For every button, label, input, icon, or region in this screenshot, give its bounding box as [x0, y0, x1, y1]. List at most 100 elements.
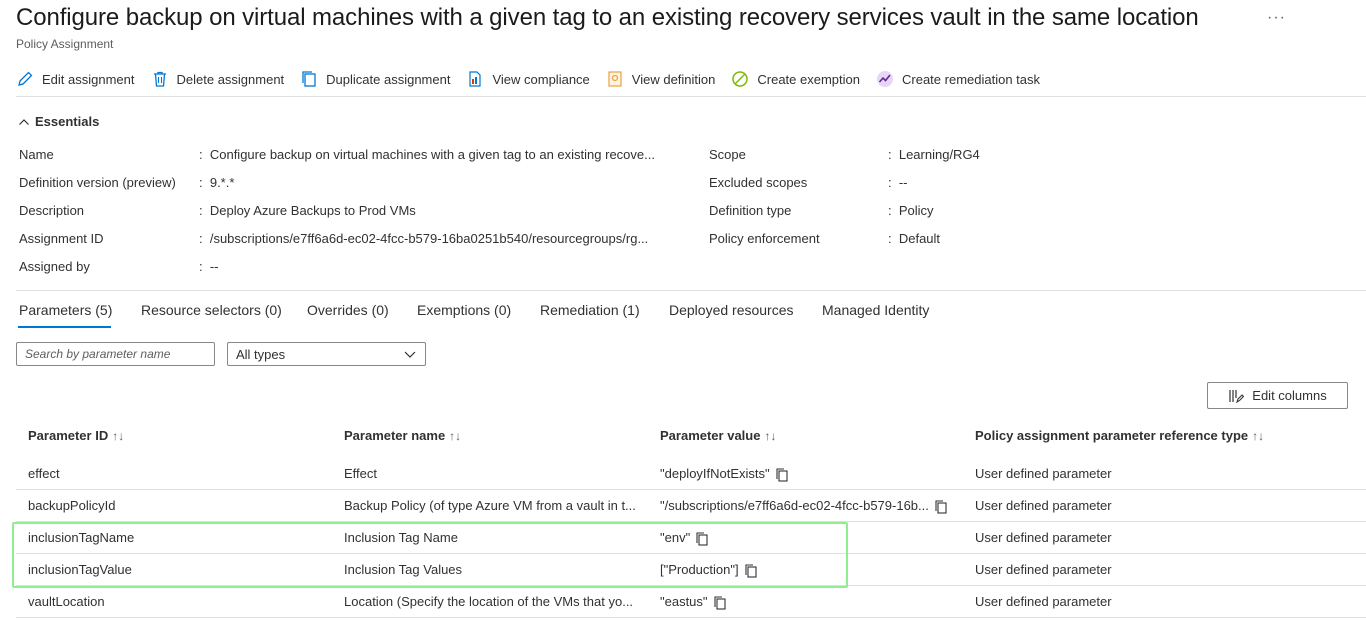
excluded-scopes-label: Excluded scopes	[709, 175, 808, 190]
chevron-up-icon	[19, 118, 29, 125]
column-header-label: Parameter value	[660, 428, 761, 443]
definition-version-value: : 9.*.*	[199, 175, 235, 190]
parameter-name-cell: Effect	[344, 466, 378, 481]
sort-icon: ↑↓	[449, 428, 462, 443]
name-label: Name	[19, 147, 54, 162]
description-value: : Deploy Azure Backups to Prod VMs	[199, 203, 416, 218]
column-header-parameter-value[interactable]: Parameter value ↑↓	[660, 428, 776, 443]
trash-icon	[153, 71, 166, 87]
reference-type-cell: User defined parameter	[975, 466, 1112, 481]
parameter-name-cell: Location (Specify the location of the VM…	[344, 594, 634, 609]
search-input[interactable]	[16, 342, 215, 366]
duplicate-assignment-button[interactable]: Duplicate assignment	[300, 70, 450, 88]
scope-label: Scope	[709, 147, 746, 162]
column-header-label: Policy assignment parameter reference ty…	[975, 428, 1249, 443]
delete-assignment-button[interactable]: Delete assignment	[151, 70, 285, 88]
assigned-by-value: : --	[199, 259, 219, 274]
column-header-label: Parameter name	[344, 428, 446, 443]
create-exemption-button[interactable]: Create exemption	[731, 70, 860, 88]
parameter-id-cell: backupPolicyId	[28, 498, 116, 513]
definition-version-label: Definition version (preview)	[19, 175, 176, 190]
edit-columns-icon	[1229, 389, 1245, 403]
parameter-name-cell: Inclusion Tag Values	[344, 562, 463, 577]
tab-parameters[interactable]: Parameters (5)	[19, 302, 112, 318]
command-bar: Edit assignment Delete assignment Duplic…	[16, 66, 1056, 92]
parameter-value-cell: "eastus"	[660, 594, 960, 611]
copy-icon[interactable]	[774, 467, 790, 483]
create-remediation-task-button[interactable]: Create remediation task	[876, 70, 1040, 88]
definition-icon	[608, 71, 622, 87]
create-remediation-task-label: Create remediation task	[902, 71, 1041, 87]
edit-columns-button[interactable]: Edit columns	[1207, 382, 1348, 409]
view-compliance-label: View compliance	[492, 71, 590, 87]
divider	[16, 290, 1366, 291]
column-header-label: Parameter ID	[28, 428, 109, 443]
view-definition-label: View definition	[631, 71, 716, 87]
tab-overrides[interactable]: Overrides (0)	[307, 302, 389, 318]
parameter-value-cell: "env"	[660, 530, 960, 547]
parameter-id-cell: inclusionTagValue	[28, 562, 132, 577]
chevron-down-icon	[404, 351, 416, 358]
duplicate-assignment-label: Duplicate assignment	[326, 71, 451, 87]
policy-enforcement-label: Policy enforcement	[709, 231, 820, 246]
edit-columns-label: Edit columns	[1252, 388, 1327, 403]
assigned-by-label: Assigned by	[19, 259, 90, 274]
parameter-name-cell: Inclusion Tag Name	[344, 530, 458, 545]
excluded-scopes-value: : --	[888, 175, 908, 190]
parameter-value-cell: "/subscriptions/e7ff6a6d-ec02-4fcc-b579-…	[660, 498, 960, 515]
reference-type-cell: User defined parameter	[975, 530, 1112, 545]
type-filter-value: All types	[236, 346, 286, 362]
reference-type-cell: User defined parameter	[975, 498, 1112, 513]
description-label: Description	[19, 203, 85, 218]
view-definition-button[interactable]: View definition	[606, 70, 716, 88]
type-filter-dropdown[interactable]: All types	[227, 342, 426, 366]
name-value: : Configure backup on virtual machines w…	[199, 147, 655, 162]
sort-icon: ↑↓	[764, 428, 777, 443]
tab-deployed-resources[interactable]: Deployed resources	[669, 302, 794, 318]
column-header-parameter-id[interactable]: Parameter ID ↑↓	[28, 428, 124, 443]
essentials-heading: Essentials	[35, 114, 100, 129]
sort-icon: ↑↓	[1252, 428, 1265, 443]
tab-exemptions[interactable]: Exemptions (0)	[417, 302, 511, 318]
parameter-name-cell: Backup Policy (of type Azure VM from a v…	[344, 498, 636, 513]
tab-managed-identity[interactable]: Managed Identity	[822, 302, 929, 318]
more-options-button[interactable]: ···	[1267, 9, 1286, 27]
definition-type-value: : Policy	[888, 203, 934, 218]
edit-assignment-label: Edit assignment	[42, 71, 135, 87]
definition-type-label: Definition type	[709, 203, 792, 218]
active-tab-indicator	[18, 326, 111, 328]
tab-remediation[interactable]: Remediation (1)	[540, 302, 640, 318]
column-header-parameter-name[interactable]: Parameter name ↑↓	[344, 428, 461, 443]
delete-assignment-label: Delete assignment	[176, 71, 285, 87]
reference-type-cell: User defined parameter	[975, 562, 1112, 577]
parameter-value-cell: "deployIfNotExists"	[660, 466, 960, 483]
assignment-id-label: Assignment ID	[19, 231, 104, 246]
essentials-toggle[interactable]: Essentials	[18, 114, 99, 129]
sort-icon: ↑↓	[112, 428, 125, 443]
view-compliance-button[interactable]: View compliance	[466, 70, 590, 88]
exemption-icon	[732, 71, 749, 87]
compliance-icon	[469, 71, 482, 87]
remediation-icon	[877, 71, 893, 87]
edit-assignment-button[interactable]: Edit assignment	[16, 70, 135, 88]
parameter-id-cell: effect	[28, 466, 60, 481]
scope-value[interactable]: : Learning/RG4	[888, 147, 980, 162]
parameter-value-cell: ["Production"]	[660, 562, 960, 579]
reference-type-cell: User defined parameter	[975, 594, 1112, 609]
column-header-reference-type[interactable]: Policy assignment parameter reference ty…	[975, 428, 1264, 443]
assignment-id-value: : /subscriptions/e7ff6a6d-ec02-4fcc-b579…	[199, 231, 649, 246]
parameter-id-cell: vaultLocation	[28, 594, 105, 609]
policy-enforcement-value: : Default	[888, 231, 941, 246]
divider	[16, 96, 1366, 97]
page-subtitle: Policy Assignment	[16, 37, 114, 51]
parameter-id-cell: inclusionTagName	[28, 530, 135, 545]
tab-resource-selectors[interactable]: Resource selectors (0)	[141, 302, 282, 318]
copy-icon[interactable]	[933, 499, 949, 515]
copy-icon[interactable]	[694, 531, 710, 547]
copy-icon[interactable]	[743, 563, 759, 579]
page-title: Configure backup on virtual machines wit…	[16, 4, 1199, 31]
copy-icon[interactable]	[712, 595, 728, 611]
create-exemption-label: Create exemption	[757, 71, 860, 87]
duplicate-icon	[302, 71, 316, 87]
pencil-icon	[18, 71, 33, 86]
